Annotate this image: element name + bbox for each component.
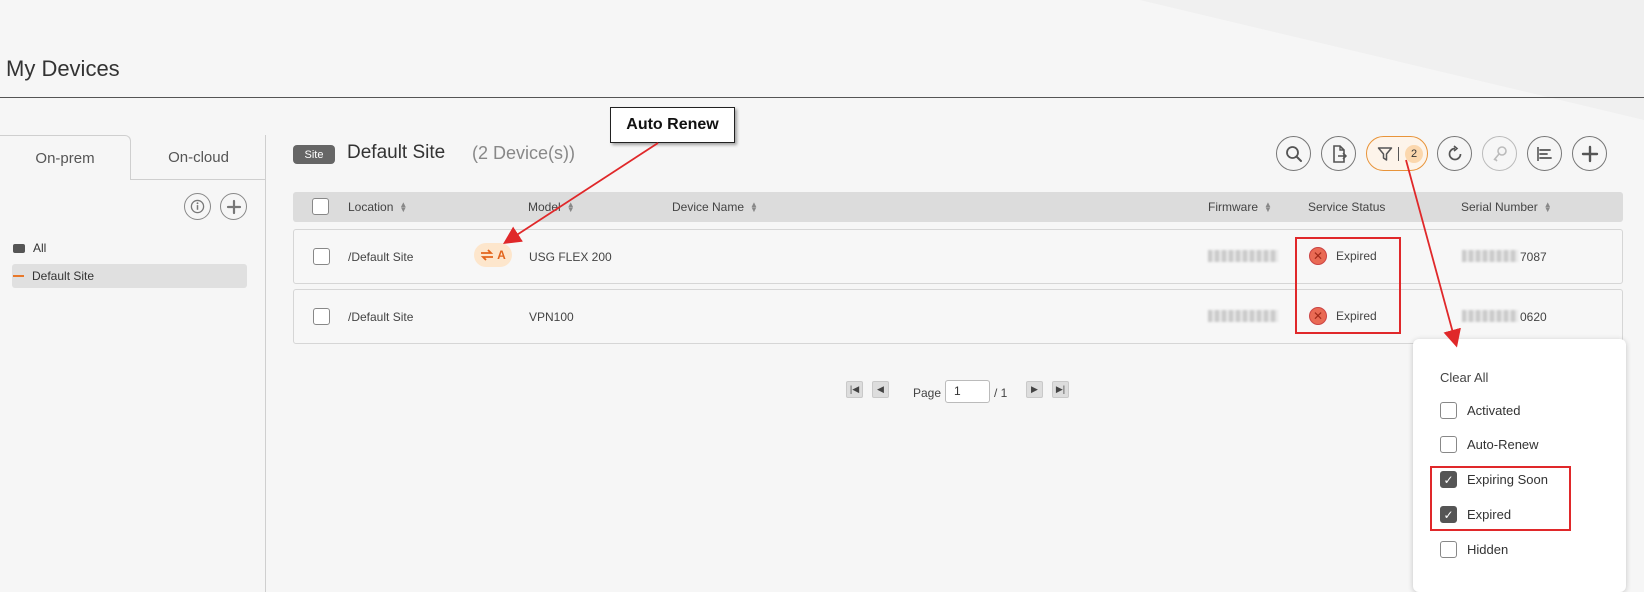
- model-cell: USG FLEX 200: [529, 250, 612, 264]
- site-marker-icon: [13, 275, 24, 277]
- add-device-button[interactable]: [1572, 136, 1607, 171]
- prev-page-button[interactable]: ◀: [872, 381, 889, 398]
- column-label: Firmware: [1208, 200, 1258, 214]
- first-page-button[interactable]: |◀: [846, 381, 863, 398]
- column-header-service-status[interactable]: Service Status: [1308, 200, 1385, 214]
- next-page-button[interactable]: ▶: [1026, 381, 1043, 398]
- info-icon: [190, 199, 205, 214]
- row-checkbox[interactable]: [313, 248, 330, 265]
- device-count: (2 Device(s)): [472, 143, 576, 163]
- add-site-button[interactable]: [220, 193, 247, 220]
- site-name: Default Site: [347, 142, 446, 163]
- auto-renew-badge: A: [474, 243, 512, 267]
- column-label: Serial Number: [1461, 200, 1538, 214]
- sort-icon: ▲ ▼: [566, 200, 575, 214]
- serial-cell: 0620: [1520, 310, 1547, 324]
- checkbox[interactable]: [1440, 541, 1457, 558]
- filter-option-label: Auto-Renew: [1467, 437, 1539, 452]
- export-file-icon: [1332, 144, 1347, 163]
- table-row[interactable]: /Default Site VPN100 ✕ Expired 0620: [293, 289, 1623, 344]
- filter-highlight-box: [1430, 466, 1571, 531]
- next-page-icon: ▶: [1026, 381, 1043, 398]
- column-label: Device Name: [672, 200, 745, 214]
- license-key-button[interactable]: [1482, 136, 1517, 171]
- filter-icon: [1377, 146, 1393, 161]
- serial-redacted: [1462, 250, 1518, 262]
- auto-renew-label: A: [497, 248, 506, 262]
- table-header: Location ▲ ▼ Model ▲ ▼ Device Name ▲ ▼ Firmwar…: [293, 192, 1623, 222]
- table-row[interactable]: /Default Site A USG FLEX 200 ✕ Expired 7…: [293, 229, 1623, 284]
- column-header-firmware[interactable]: Firmware ▲ ▼: [1208, 200, 1272, 214]
- tree-item-label: Default Site: [32, 269, 95, 283]
- firmware-redacted: [1208, 310, 1278, 322]
- column-settings-button[interactable]: [1527, 136, 1562, 171]
- folder-icon: [13, 243, 25, 253]
- checkbox[interactable]: [1440, 402, 1457, 419]
- checkbox[interactable]: [1440, 436, 1457, 453]
- tab-label: On-cloud: [168, 148, 229, 166]
- filter-option-hidden[interactable]: Hidden: [1440, 541, 1508, 558]
- filter-option-auto-renew[interactable]: Auto-Renew: [1440, 436, 1539, 453]
- sort-icon: ▲ ▼: [1264, 200, 1272, 214]
- model-cell: VPN100: [529, 310, 574, 324]
- last-page-icon: ▶|: [1052, 381, 1069, 398]
- serial-redacted: [1462, 310, 1518, 322]
- location-cell: /Default Site: [348, 250, 414, 264]
- filter-option-label: Hidden: [1467, 542, 1509, 557]
- site-badge: Site: [293, 145, 335, 164]
- sort-icon: ▲ ▼: [399, 200, 408, 214]
- page-total: / 1: [994, 386, 1008, 400]
- firmware-redacted: [1208, 250, 1278, 262]
- info-button[interactable]: [184, 193, 211, 220]
- sort-icon: ▲ ▼: [750, 200, 758, 214]
- page-label: Page: [913, 386, 942, 400]
- filter-count-badge: 2: [1405, 144, 1423, 163]
- serial-cell: 7087: [1520, 250, 1547, 264]
- filter-button[interactable]: 2: [1366, 136, 1428, 171]
- auto-renew-icon: [480, 249, 494, 261]
- column-header-device-name[interactable]: Device Name ▲ ▼: [672, 200, 758, 214]
- tree-item-all[interactable]: All: [12, 236, 247, 260]
- first-page-icon: |◀: [846, 381, 863, 398]
- tab-on-cloud[interactable]: On-cloud: [131, 135, 266, 180]
- filter-separator: [1398, 146, 1399, 161]
- search-button[interactable]: [1276, 136, 1311, 171]
- column-label: Service Status: [1308, 200, 1386, 214]
- refresh-icon: [1448, 144, 1461, 160]
- prev-page-icon: ◀: [872, 381, 889, 398]
- last-page-button[interactable]: ▶|: [1052, 381, 1069, 398]
- filter-option-activated[interactable]: Activated: [1440, 402, 1520, 419]
- align-left-icon: [1536, 146, 1552, 161]
- status-highlight-box: [1295, 237, 1401, 334]
- site-tree-panel: On-prem On-cloud All Default Site: [0, 135, 266, 592]
- search-icon: [1285, 145, 1302, 162]
- select-all-checkbox[interactable]: [312, 198, 329, 215]
- auto-renew-callout: Auto Renew: [610, 107, 735, 143]
- sort-icon: ▲ ▼: [1543, 200, 1552, 214]
- page-title: My Devices: [6, 56, 120, 81]
- column-header-serial-number[interactable]: Serial Number ▲ ▼: [1461, 200, 1552, 214]
- background-shape: [1140, 0, 1644, 120]
- title-divider: [0, 97, 1644, 98]
- key-icon: [1492, 145, 1507, 162]
- column-label: Model: [528, 200, 561, 214]
- refresh-button[interactable]: [1437, 136, 1472, 171]
- clear-all-link[interactable]: Clear All: [1440, 370, 1488, 385]
- column-label: Location: [348, 200, 394, 214]
- page-number-input[interactable]: 1: [945, 380, 990, 403]
- location-cell: /Default Site: [348, 310, 414, 324]
- tree-item-label: All: [33, 241, 47, 255]
- tab-on-prem[interactable]: On-prem: [0, 135, 131, 180]
- tab-label: On-prem: [35, 149, 95, 167]
- column-header-location[interactable]: Location ▲ ▼: [348, 200, 407, 214]
- tree-item-default-site[interactable]: Default Site: [12, 264, 247, 288]
- filter-option-label: Activated: [1467, 403, 1521, 418]
- add-icon: [1581, 145, 1598, 162]
- export-button[interactable]: [1321, 136, 1356, 171]
- add-icon: [226, 199, 241, 214]
- row-checkbox[interactable]: [313, 308, 330, 325]
- column-header-model[interactable]: Model ▲ ▼: [528, 200, 575, 214]
